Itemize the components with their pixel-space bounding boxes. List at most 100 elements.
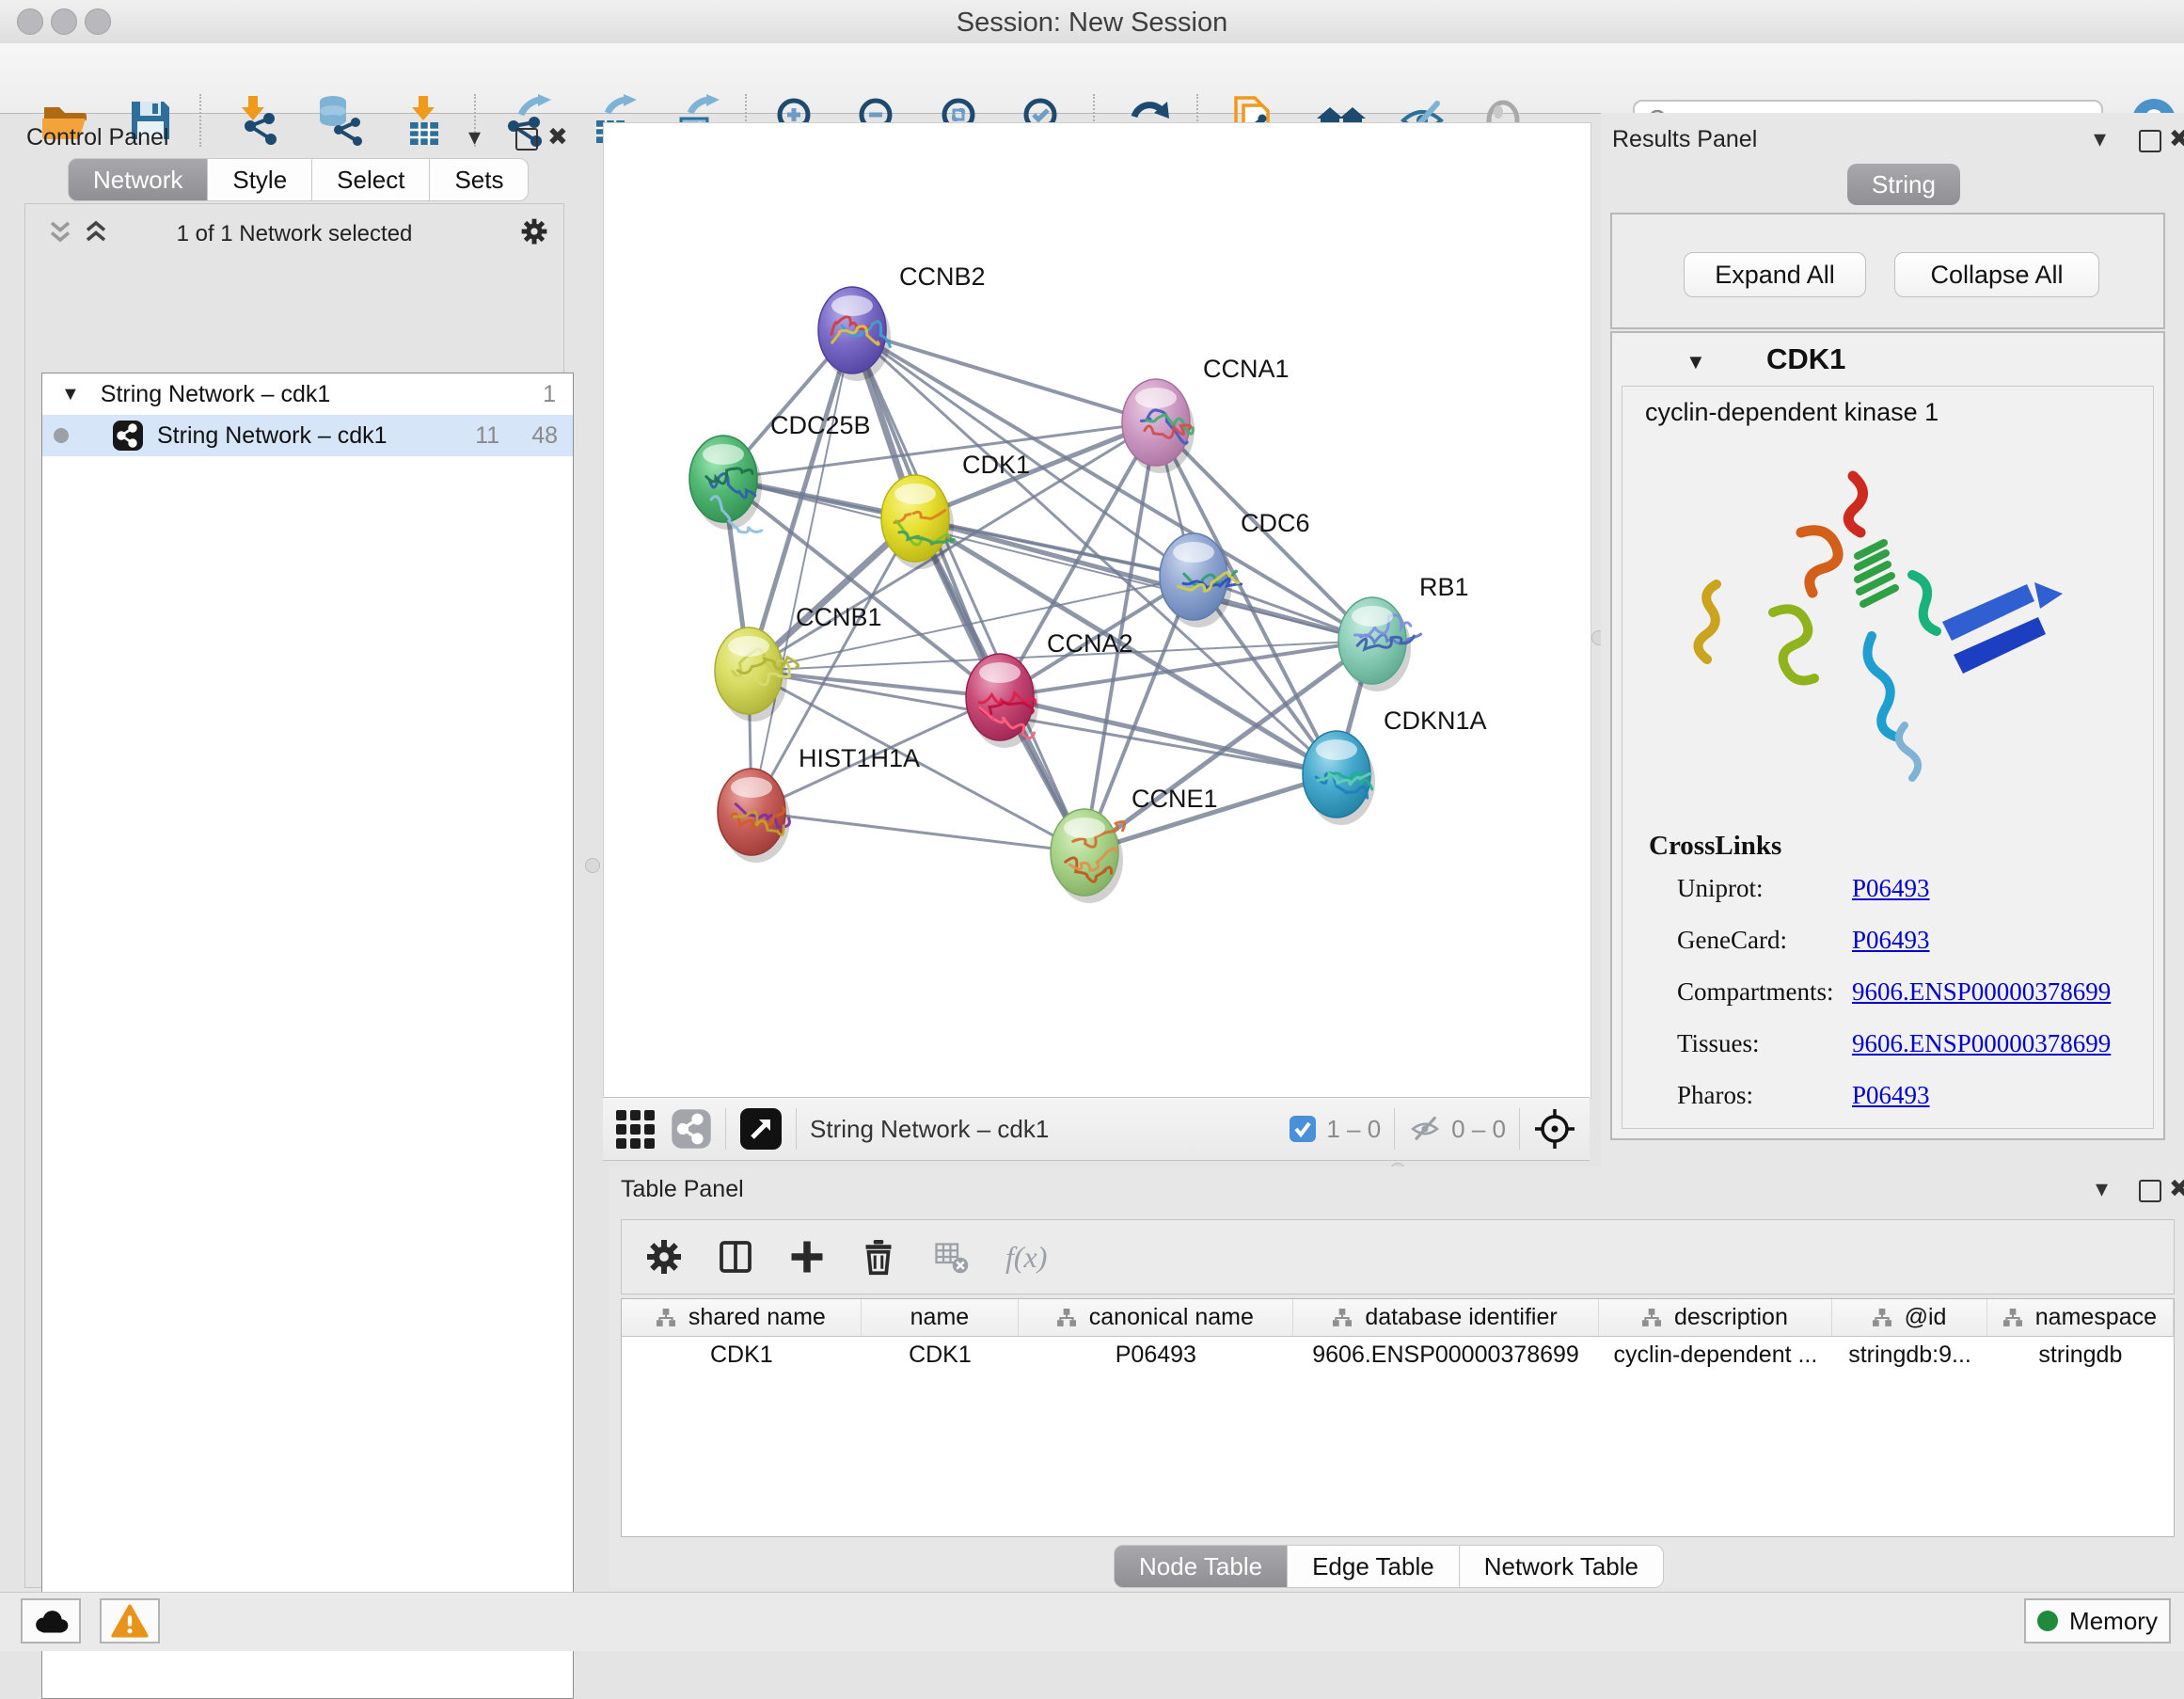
status-bar: Memory <box>0 1592 2184 1651</box>
node-highlight <box>894 484 936 504</box>
toolbar-separator <box>796 1108 797 1150</box>
hidden-eye-icon[interactable] <box>1408 1112 1442 1146</box>
view-indicator-dot <box>54 428 69 443</box>
show-columns-icon[interactable] <box>716 1237 755 1277</box>
tree-expand-caret[interactable]: ▼ <box>61 384 80 405</box>
column-header-canonical-name[interactable]: canonical name <box>1019 1299 1292 1337</box>
table-cell[interactable]: P06493 <box>1019 1337 1292 1373</box>
crosslink-value-link[interactable]: 9606.ENSP00000378699 <box>1852 1029 2111 1058</box>
panel-menu-icon[interactable]: ▾ <box>2096 1174 2108 1203</box>
function-builder-icon[interactable]: f(x) <box>1005 1240 1047 1275</box>
tab-style[interactable]: Style <box>208 158 312 201</box>
crosslinks-title: CrossLinks <box>1649 831 1781 862</box>
tab-sets[interactable]: Sets <box>430 158 529 201</box>
network-tree: ▼ String Network – cdk1 1 String Network… <box>41 373 574 1699</box>
toolbar-separator <box>1394 1108 1395 1150</box>
table-cell[interactable]: CDK1 <box>622 1337 862 1373</box>
table-row[interactable]: CDK1CDK1P064939606.ENSP00000378699cyclin… <box>622 1337 2174 1373</box>
crosslink-value-link[interactable]: 9606.ENSP00000378699 <box>1852 977 2111 1007</box>
tab-network-table[interactable]: Network Table <box>1460 1545 1664 1588</box>
splitter-handle[interactable] <box>585 858 600 873</box>
edge-count: 48 <box>531 422 558 450</box>
results-panel: Results Panel ▾ ✖ String Expand All Coll… <box>1601 113 2184 1167</box>
graph-node-CDK1[interactable]: CDK1 <box>881 451 1030 569</box>
node-attribute-icon <box>1057 1309 1076 1327</box>
collapse-all-button[interactable]: Collapse All <box>1894 252 2099 297</box>
birds-eye-view-icon[interactable] <box>739 1107 783 1151</box>
results-buttons-box: Expand All Collapse All <box>1610 213 2165 329</box>
show-grid-icon[interactable] <box>614 1108 656 1150</box>
graph-node-CCNE1[interactable]: CCNE1 <box>1051 785 1218 903</box>
selected-checkbox-icon[interactable] <box>1289 1115 1317 1143</box>
string-view-icon[interactable] <box>671 1108 712 1150</box>
add-column-icon[interactable] <box>787 1237 827 1277</box>
column-header-namespace[interactable]: namespace <box>1987 1299 2174 1337</box>
tab-string[interactable]: String <box>1847 164 1960 205</box>
node-attribute-icon <box>657 1309 675 1327</box>
table-cell[interactable]: stringdb <box>1987 1337 2174 1373</box>
graph-edge[interactable] <box>752 812 1084 852</box>
column-header-description[interactable]: description <box>1599 1299 1833 1337</box>
graph-node-label: CCNB2 <box>899 262 986 291</box>
toolbar-separator <box>1519 1108 1520 1150</box>
close-panel-icon[interactable]: ✖ <box>2169 124 2184 153</box>
close-panel-icon[interactable]: ✖ <box>2169 1174 2184 1203</box>
crosslink-value-link[interactable]: P06493 <box>1852 926 1930 955</box>
graph-node-label: CCNA2 <box>1047 629 1133 658</box>
tab-edge-table[interactable]: Edge Table <box>1288 1545 1460 1588</box>
float-panel-icon[interactable] <box>2139 1180 2161 1202</box>
table-cell[interactable]: CDK1 <box>862 1337 1019 1373</box>
collapse-entry-caret[interactable]: ▼ <box>1685 350 1706 374</box>
float-panel-icon[interactable] <box>515 128 538 151</box>
memory-button[interactable]: Memory <box>2024 1598 2171 1643</box>
graph-node-CDKN1A[interactable]: CDKN1A <box>1303 707 1487 825</box>
graph-node-CCNA1[interactable]: CCNA1 <box>1122 355 1290 473</box>
table-cell[interactable]: stringdb:9... <box>1832 1337 1987 1373</box>
column-header-database-identifier[interactable]: database identifier <box>1293 1299 1599 1337</box>
column-header-name[interactable]: name <box>862 1299 1019 1337</box>
node-attribute-icon <box>1873 1309 1891 1327</box>
table-cell[interactable]: cyclin-dependent ... <box>1599 1337 1833 1373</box>
selected-node-edge-count: 1 – 0 <box>1326 1115 1381 1144</box>
expand-all-button[interactable]: Expand All <box>1684 252 1866 297</box>
crosslink-label: GeneCard: <box>1677 926 1852 955</box>
title-bar: Session: New Session <box>0 0 2184 44</box>
column-header-label: namespace <box>2035 1304 2157 1331</box>
table-panel-tabs: Node Table Edge Table Network Table <box>1114 1545 1664 1588</box>
column-header--id[interactable]: @id <box>1832 1299 1987 1337</box>
gear-icon[interactable] <box>644 1237 684 1277</box>
cloud-status-button[interactable] <box>21 1598 81 1643</box>
table-cell[interactable]: 9606.ENSP00000378699 <box>1293 1337 1599 1373</box>
network-view[interactable]: CCNB2CCNA1CDC25BCDK1CDC6RB1CCNB1CCNA2CDK… <box>603 122 1591 1099</box>
tab-select[interactable]: Select <box>312 158 430 201</box>
panel-menu-icon[interactable]: ▾ <box>2094 124 2106 153</box>
graph-node-RB1[interactable]: RB1 <box>1338 573 1469 691</box>
network-graph: CCNB2CCNA1CDC25BCDK1CDC6RB1CCNB1CCNA2CDK… <box>604 123 1591 1098</box>
float-panel-icon[interactable] <box>2139 130 2161 152</box>
tab-node-table[interactable]: Node Table <box>1114 1545 1288 1588</box>
network-tree-root-row[interactable]: ▼ String Network – cdk1 1 <box>42 373 573 415</box>
crosslink-value-link[interactable]: P06493 <box>1852 874 1930 903</box>
collection-count: 1 <box>543 381 556 408</box>
network-tree-child-row[interactable]: String Network – cdk1 11 48 <box>42 415 573 456</box>
close-panel-icon[interactable]: ✖ <box>547 122 568 151</box>
graph-edge[interactable] <box>852 330 1156 422</box>
warning-status-button[interactable] <box>100 1598 160 1643</box>
crosshair-icon[interactable] <box>1533 1107 1576 1151</box>
graph-node-label: CDK1 <box>962 451 1030 479</box>
window-title: Session: New Session <box>0 8 2184 39</box>
node-count: 11 <box>475 422 499 450</box>
graph-node-HIST1H1A[interactable]: HIST1H1A <box>718 744 920 863</box>
delete-column-icon[interactable] <box>859 1237 898 1277</box>
panel-menu-icon[interactable]: ▾ <box>468 122 481 151</box>
tab-network[interactable]: Network <box>68 158 208 201</box>
crosslink-label: Uniprot: <box>1677 874 1852 903</box>
gear-icon[interactable] <box>518 215 550 247</box>
column-header-shared-name[interactable]: shared name <box>622 1299 862 1337</box>
crosslink-value-link[interactable]: P06493 <box>1852 1081 1930 1110</box>
graph-edge[interactable] <box>752 330 852 812</box>
graph-edge[interactable] <box>1000 697 1337 774</box>
graph-edge[interactable] <box>852 330 1084 852</box>
delete-table-icon[interactable] <box>932 1237 972 1277</box>
node-highlight <box>979 662 1021 683</box>
